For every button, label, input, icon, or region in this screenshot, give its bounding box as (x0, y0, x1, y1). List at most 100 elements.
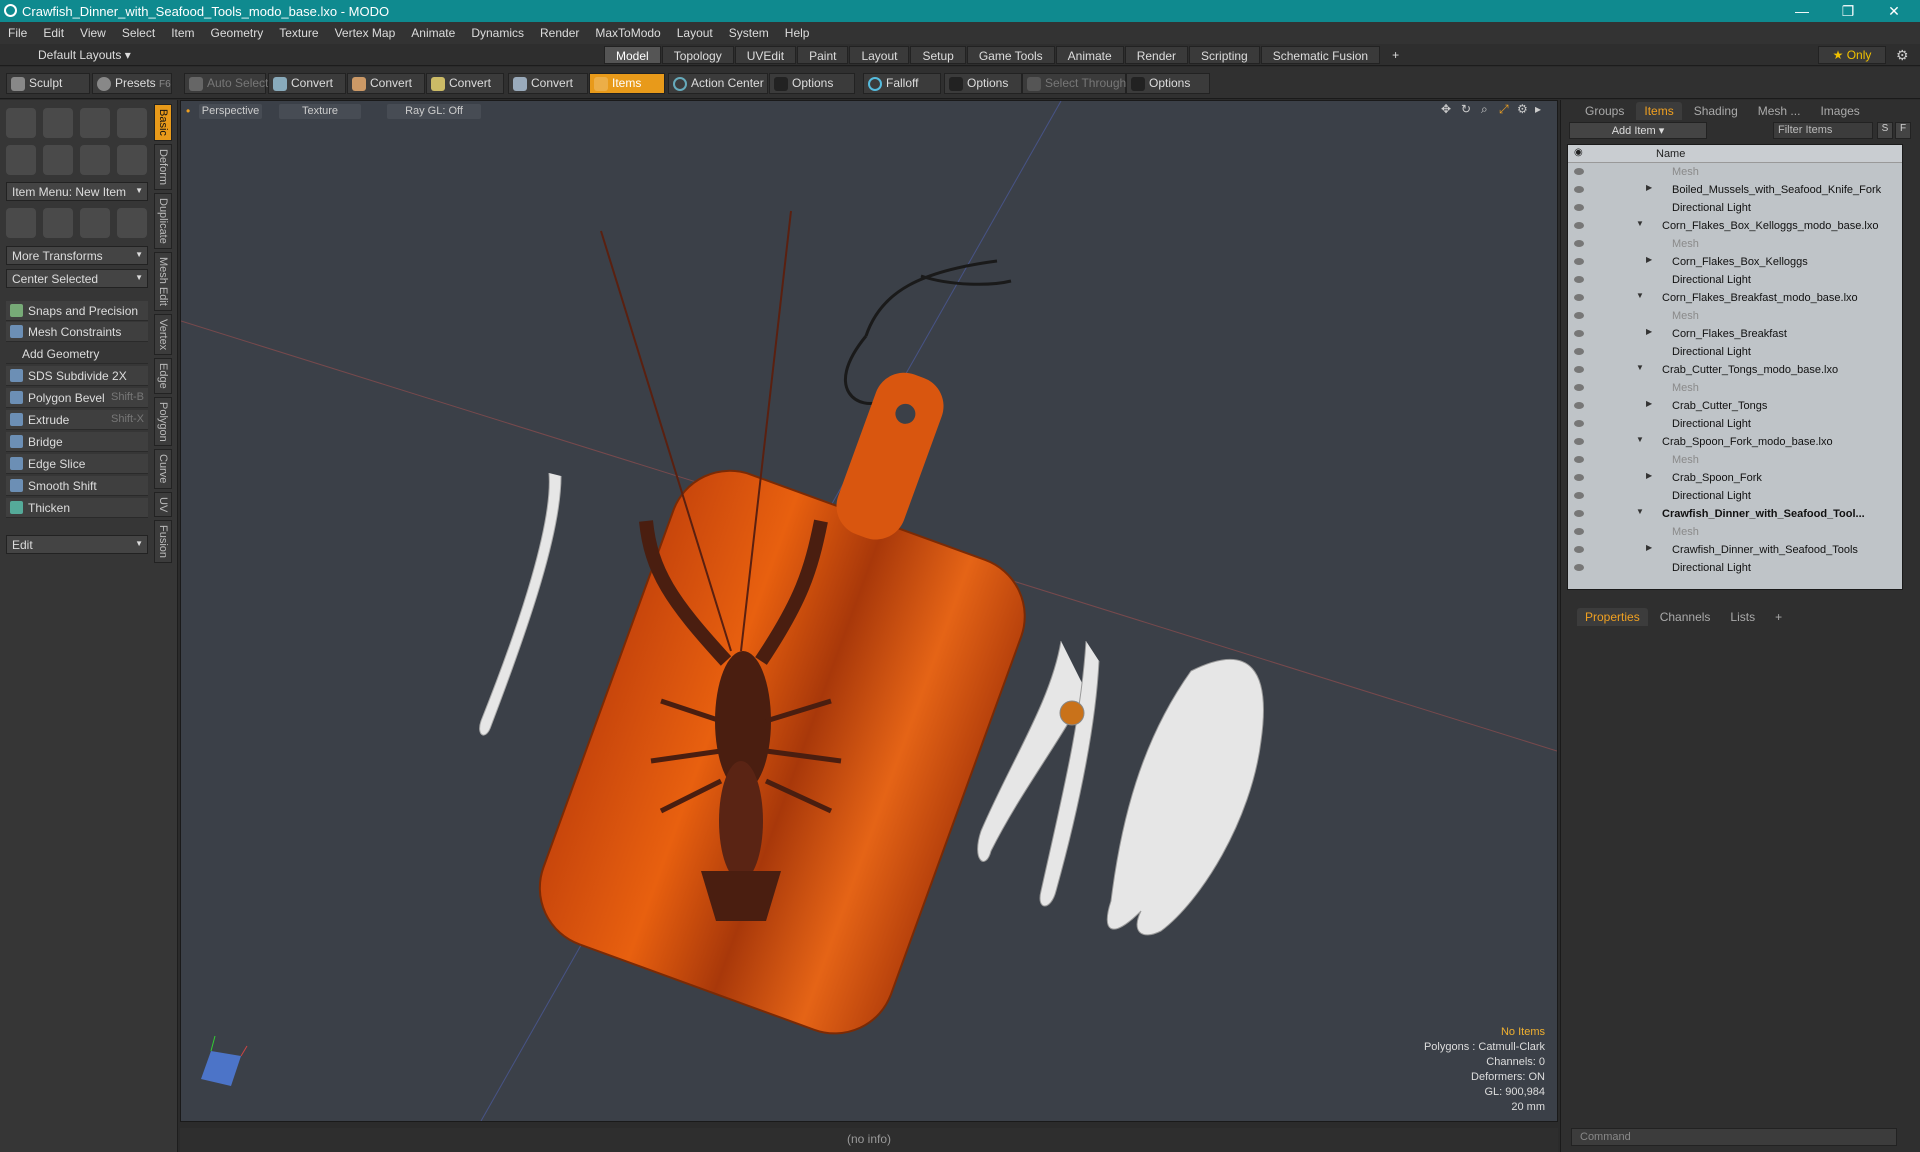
menu-geometry[interactable]: Geometry (203, 26, 272, 40)
tab-shading[interactable]: Shading (1686, 102, 1746, 120)
extrude-button[interactable]: Extrude Shift-X (6, 410, 148, 430)
item-row[interactable]: Directional Light (1568, 415, 1902, 433)
filter-items-input[interactable]: Filter Items (1773, 122, 1873, 139)
menu-help[interactable]: Help (777, 26, 818, 40)
torus-icon[interactable] (6, 145, 36, 175)
item-row[interactable]: Mesh (1568, 235, 1902, 253)
command-input[interactable]: Command (1571, 1128, 1897, 1146)
vtab-basic[interactable]: Basic (154, 104, 172, 141)
eye-icon[interactable] (1574, 186, 1584, 193)
eye-icon[interactable] (1574, 564, 1584, 571)
vtab-uv[interactable]: UV (154, 491, 172, 518)
item-row[interactable]: ▼ Corn_Flakes_Box_Kelloggs_modo_base.lxo (1568, 217, 1902, 235)
menu-animate[interactable]: Animate (403, 26, 463, 40)
eye-icon[interactable] (1574, 492, 1584, 499)
item-row[interactable]: ▶ Crab_Cutter_Tongs (1568, 397, 1902, 415)
vtab-vertex[interactable]: Vertex (154, 313, 172, 355)
items-mode-button[interactable]: Items (589, 73, 665, 94)
tab-images[interactable]: Images (1812, 102, 1867, 120)
item-row[interactable]: ▶ Corn_Flakes_Breakfast (1568, 325, 1902, 343)
expand-toggle-icon[interactable]: ▶ (1646, 399, 1652, 408)
add-tab-button[interactable]: + (1381, 46, 1410, 64)
name-column-header[interactable]: Name (1656, 148, 1685, 160)
texture-dropdown[interactable]: Texture (279, 104, 361, 119)
sphere-icon[interactable] (43, 108, 73, 138)
edit-dropdown[interactable]: Edit (6, 535, 148, 554)
add-item-dropdown[interactable]: Add Item ▾ (1569, 122, 1707, 139)
minimize-button[interactable]: — (1780, 0, 1824, 22)
tab-animate[interactable]: Animate (1055, 46, 1124, 64)
tab-uvedit[interactable]: UVEdit (734, 46, 797, 64)
item-row[interactable]: Directional Light (1568, 343, 1902, 361)
item-row[interactable]: Directional Light (1568, 487, 1902, 505)
item-row[interactable]: ▶ Boiled_Mussels_with_Seafood_Knife_Fork (1568, 181, 1902, 199)
s-button[interactable]: S (1877, 122, 1893, 139)
eye-icon[interactable] (1574, 456, 1584, 463)
eye-icon[interactable] (1574, 474, 1584, 481)
expand-toggle-icon[interactable]: ▶ (1646, 471, 1652, 480)
eye-icon[interactable] (1574, 258, 1584, 265)
item-row[interactable]: ▼ Crab_Spoon_Fork_modo_base.lxo (1568, 433, 1902, 451)
menu-maxtomodo[interactable]: MaxToModo (587, 26, 668, 40)
item-row[interactable]: Directional Light (1568, 559, 1902, 577)
eye-icon[interactable] (1574, 330, 1584, 337)
expand-toggle-icon[interactable]: ▼ (1636, 435, 1644, 444)
tab-paint[interactable]: Paint (797, 46, 849, 64)
eye-icon[interactable] (1574, 348, 1584, 355)
expand-toggle-icon[interactable]: ▼ (1636, 507, 1644, 516)
add-tab-button[interactable]: + (1767, 608, 1790, 626)
move-view-icon[interactable]: ✥ (1441, 102, 1451, 116)
item-row[interactable]: ▼ Crawfish_Dinner_with_Seafood_Tool... (1568, 505, 1902, 523)
eye-icon[interactable] (1574, 510, 1584, 517)
menu-file[interactable]: File (0, 26, 35, 40)
tab-mesh[interactable]: Mesh ... (1750, 102, 1809, 120)
eye-icon[interactable] (1574, 168, 1584, 175)
polygon-bevel-button[interactable]: Polygon Bevel Shift-B (6, 388, 148, 408)
vtab-edge[interactable]: Edge (154, 357, 172, 394)
expand-toggle-icon[interactable]: ▼ (1636, 291, 1644, 300)
perspective-dropdown[interactable]: Perspective (199, 104, 262, 119)
item-row[interactable]: ▶ Crawfish_Dinner_with_Seafood_Tools (1568, 541, 1902, 559)
gear-icon[interactable]: ⚙ (1896, 47, 1909, 64)
viewport-settings-icon[interactable]: ⚙ (1517, 102, 1528, 116)
only-button[interactable]: ★ Only (1818, 46, 1886, 64)
expand-toggle-icon[interactable]: ▶ (1646, 327, 1652, 336)
tab-scripting[interactable]: Scripting (1189, 46, 1260, 64)
tab-game-tools[interactable]: Game Tools (966, 46, 1055, 64)
thicken-button[interactable]: Thicken (6, 498, 148, 518)
falloff-button[interactable]: Falloff (863, 73, 941, 94)
bridge-button[interactable]: Bridge (6, 432, 148, 452)
eye-icon[interactable] (1574, 438, 1584, 445)
vtab-deform[interactable]: Deform (154, 143, 172, 190)
item-row[interactable]: ▶ Corn_Flakes_Box_Kelloggs (1568, 253, 1902, 271)
text-icon[interactable] (117, 145, 147, 175)
item-row[interactable]: Directional Light (1568, 199, 1902, 217)
add-geometry-header[interactable]: Add Geometry (6, 344, 148, 364)
item-row[interactable]: Mesh (1568, 451, 1902, 469)
expand-toggle-icon[interactable]: ▶ (1646, 183, 1652, 192)
more-transforms-dropdown[interactable]: More Transforms (6, 246, 148, 265)
convert-items-button[interactable]: Convert (508, 73, 588, 94)
action-center-options-button[interactable]: Options (769, 73, 855, 94)
item-row[interactable]: Mesh (1568, 523, 1902, 541)
cone-icon[interactable] (117, 108, 147, 138)
viewport-expand-icon[interactable]: ▸ (1535, 102, 1541, 116)
select-through-button[interactable]: Select Through (1022, 73, 1126, 94)
tab-schematic-fusion[interactable]: Schematic Fusion (1260, 46, 1381, 64)
viewport-menu-dot[interactable]: • (186, 104, 190, 118)
menu-view[interactable]: View (72, 26, 114, 40)
tab-setup[interactable]: Setup (910, 46, 966, 64)
menu-render[interactable]: Render (532, 26, 587, 40)
item-row[interactable]: ▶ Crab_Spoon_Fork (1568, 469, 1902, 487)
eye-icon[interactable] (1574, 546, 1584, 553)
eye-icon[interactable] (1574, 384, 1584, 391)
eye-icon[interactable] (1574, 204, 1584, 211)
capsule-icon[interactable] (43, 145, 73, 175)
tab-model[interactable]: Model (604, 46, 661, 64)
item-row[interactable]: Mesh (1568, 379, 1902, 397)
item-row[interactable]: Mesh (1568, 163, 1902, 181)
close-button[interactable]: ✕ (1872, 0, 1916, 22)
vtab-duplicate[interactable]: Duplicate (154, 192, 172, 249)
perspective-icon[interactable] (117, 208, 147, 238)
menu-system[interactable]: System (721, 26, 777, 40)
